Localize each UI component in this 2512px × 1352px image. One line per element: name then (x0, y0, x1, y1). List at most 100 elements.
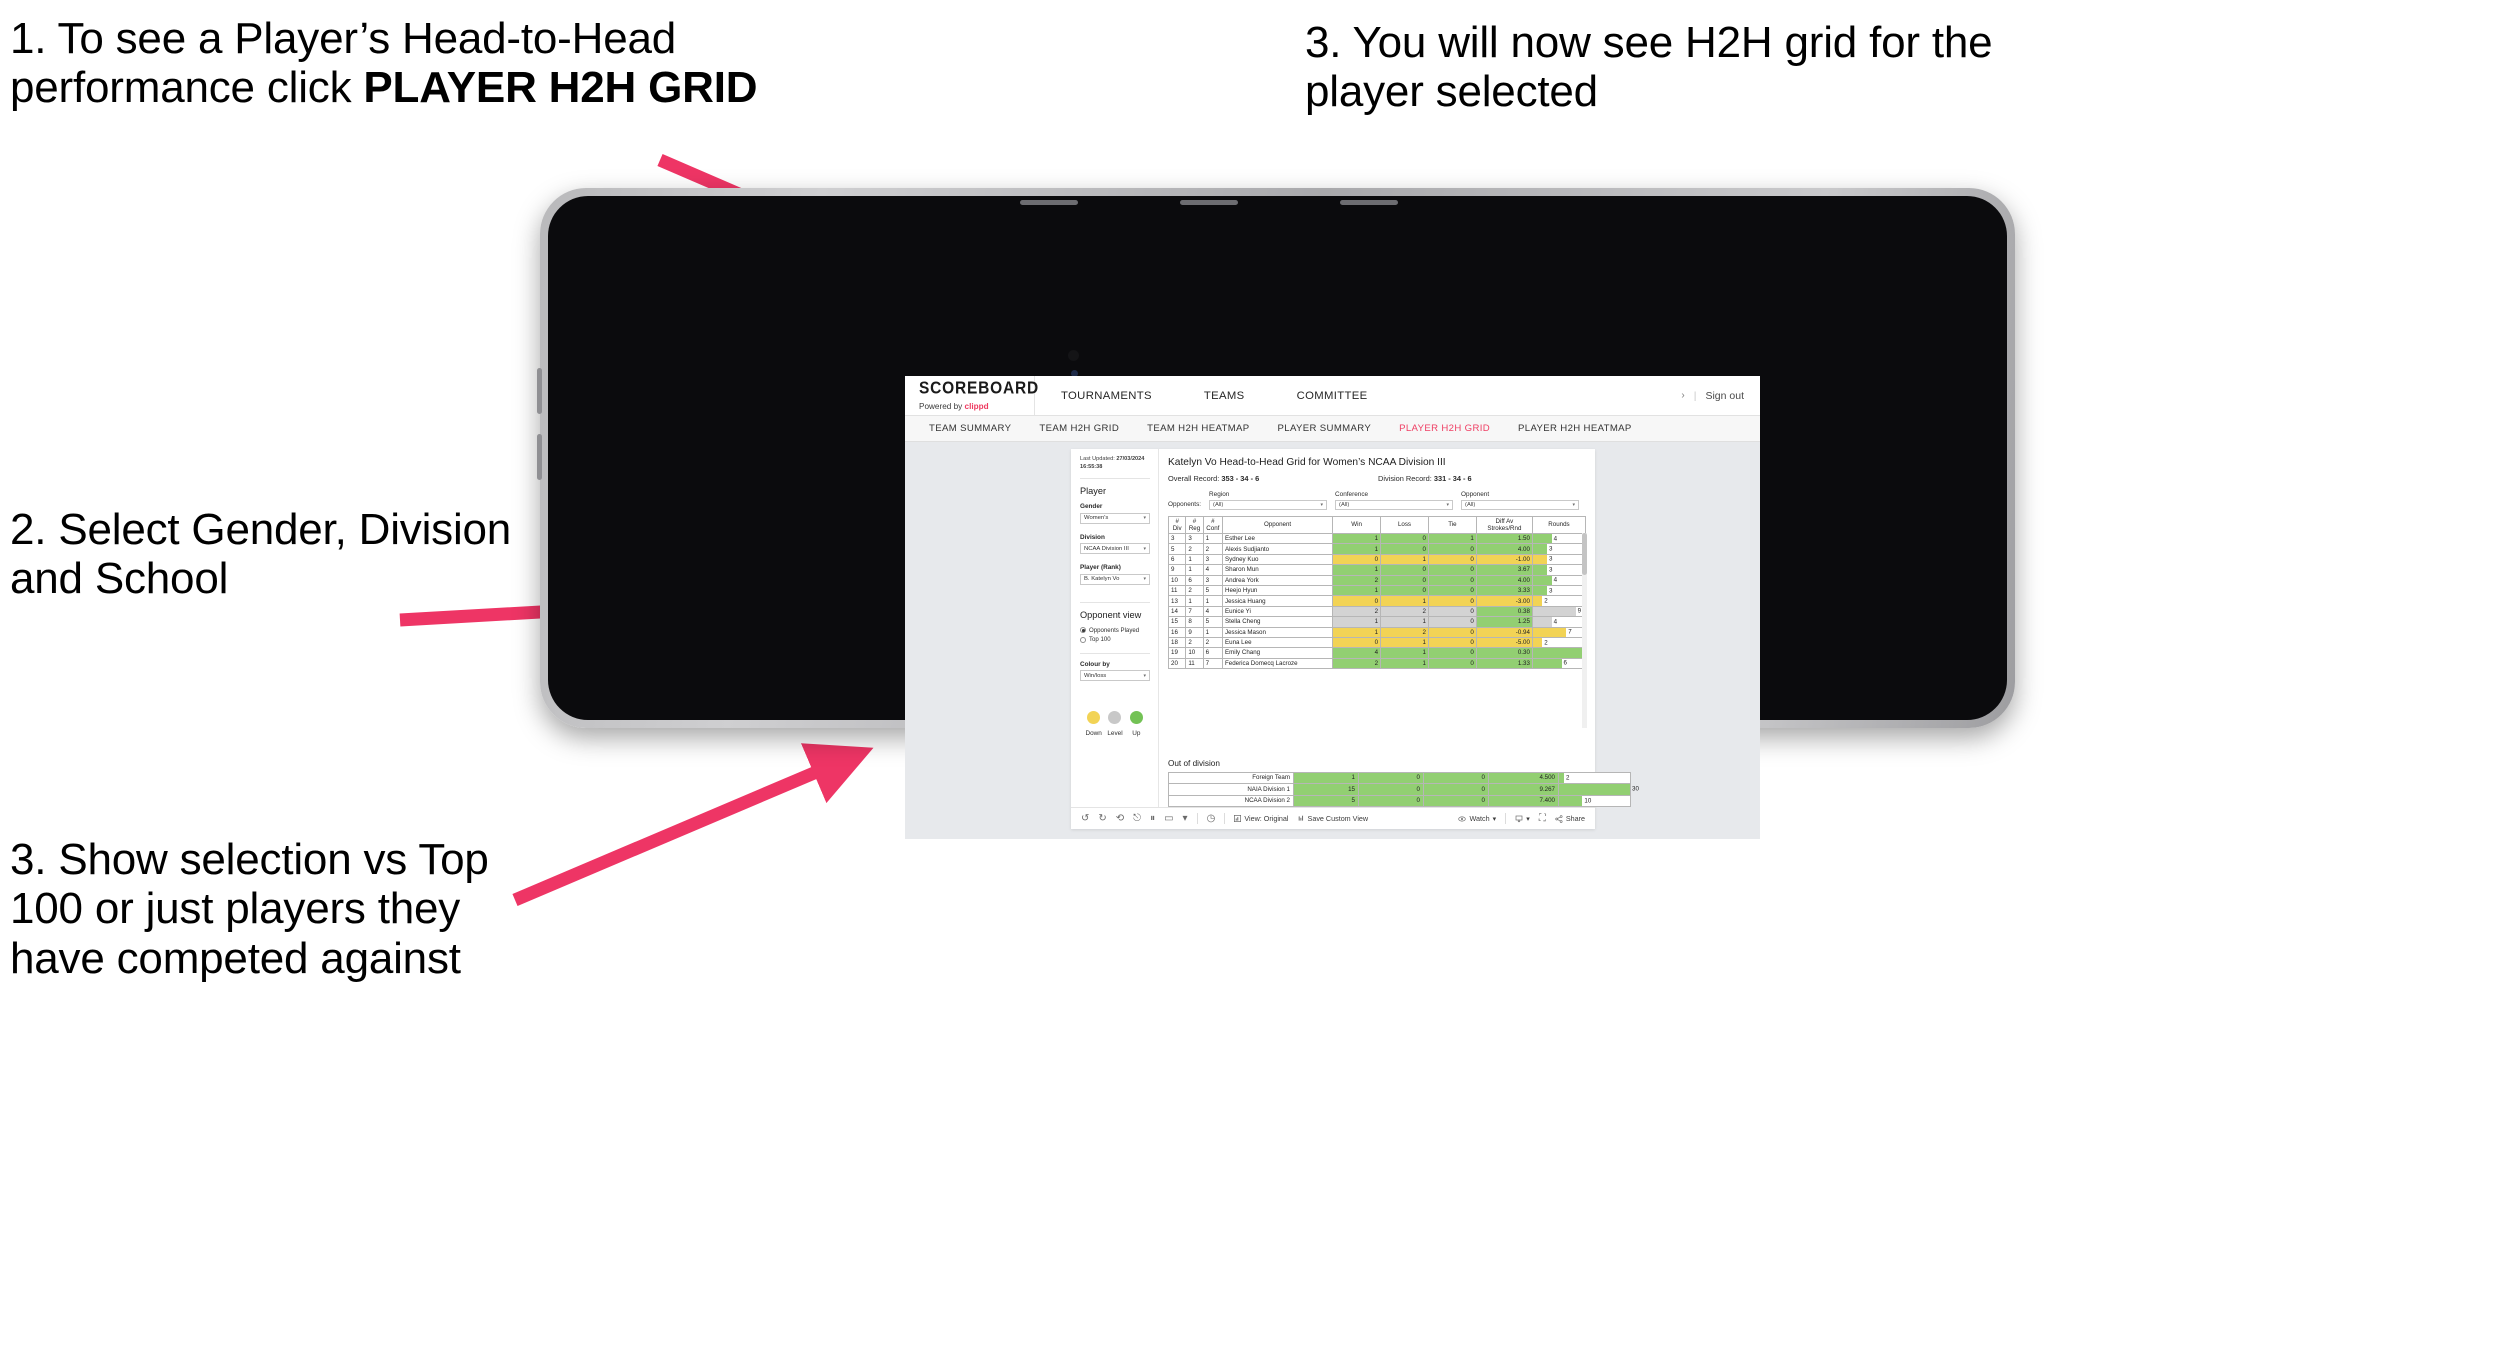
table-row[interactable]: 6 1 3 Sydney Kuo 0 1 0 -1.00 3 (1167, 553, 1587, 566)
device-preview-icon[interactable]: ▭ (1164, 813, 1173, 824)
sign-out-link[interactable]: Sign out (1705, 390, 1744, 402)
nav-item-committee[interactable]: COMMITTEE (1271, 376, 1394, 415)
cell-conf: 7 (1202, 657, 1224, 670)
cell-div: 15 (1167, 616, 1187, 628)
cell-tie: 0 (1427, 553, 1477, 566)
cell-opponent: Esther Lee (1222, 532, 1334, 545)
cell-rounds: 4 (1531, 616, 1587, 628)
table-row[interactable]: NAIA Division 1 15 0 0 9.267 30 (1168, 783, 1639, 796)
cell-opponent: Federica Domecq Lacroze (1222, 657, 1334, 670)
tab-player-summary[interactable]: PLAYER SUMMARY (1264, 423, 1386, 434)
cell-loss: 1 (1380, 647, 1429, 659)
volume-down-button[interactable] (537, 434, 542, 480)
cell-div: 5 (1167, 543, 1187, 555)
table-row[interactable]: 13 1 1 Jessica Huang 0 1 0 -3.00 2 (1167, 595, 1587, 607)
opponent-filter: Opponent (All) ▾ (1461, 491, 1580, 510)
cell-conf: 6 (1202, 647, 1224, 659)
gender-select[interactable]: Women's ▾ (1080, 512, 1150, 524)
table-row[interactable]: 5 2 2 Alexis Sudjianto 1 0 0 4.00 3 (1167, 543, 1587, 555)
table-row[interactable]: 18 2 2 Euna Lee 0 1 0 -5.00 2 (1167, 636, 1587, 649)
table-row[interactable]: NCAA Division 2 5 0 0 7.400 10 (1168, 794, 1631, 807)
table-row[interactable]: 9 1 4 Sharon Mun 1 0 0 3.67 3 (1167, 564, 1587, 576)
view-original-button[interactable]: View: Original (1234, 814, 1289, 823)
cell-rounds: 4 (1531, 532, 1587, 545)
table-row[interactable]: 15 8 5 Stella Cheng 1 1 0 1.25 4 (1167, 616, 1587, 628)
tab-team-h2h-grid[interactable]: TEAM H2H GRID (1025, 423, 1133, 434)
conference-filter-select[interactable]: (All) ▾ (1335, 500, 1454, 510)
brand-logo[interactable]: SCOREBOARD Powered by clippd (905, 376, 1038, 415)
h2h-table-wrapper: #Div #Reg #Conf Opponent Win Loss Tie (1167, 516, 1587, 750)
table-row[interactable]: 11 2 5 Heejo Hyun 1 0 0 3.33 3 (1167, 584, 1587, 597)
tab-team-h2h-heatmap[interactable]: TEAM H2H HEATMAP (1133, 423, 1263, 434)
opponent-filter-select[interactable]: (All) ▾ (1461, 500, 1580, 510)
radio-top-100[interactable]: Top 100 (1080, 636, 1150, 643)
table-row[interactable]: 10 6 3 Andrea York 2 0 0 4.00 4 (1167, 574, 1587, 586)
filter-sidebar: Last Updated: 27/03/2024 16:55:38 Player… (1071, 449, 1159, 807)
legend-caption-up: Up (1132, 730, 1141, 738)
nav-item-teams[interactable]: TEAMS (1178, 376, 1271, 415)
refresh-icon[interactable]: ⎋ (1133, 813, 1141, 824)
table-row[interactable]: 16 9 1 Jessica Mason 1 2 0 -0.94 7 (1167, 626, 1587, 638)
cell-loss: 0 (1380, 543, 1429, 555)
pause-icon[interactable]: ⏸ (1150, 813, 1155, 824)
table-row[interactable]: 20 11 7 Federica Domecq Lacroze 2 1 0 1.33 6 (1167, 657, 1587, 670)
cell-tie: 1 (1427, 532, 1477, 545)
region-filter-select[interactable]: (All) ▾ (1209, 500, 1328, 510)
table-row[interactable]: 19106Emily Chang4100.3011 (1167, 647, 1587, 659)
viz-card: Last Updated: 27/03/2024 16:55:38 Player… (1071, 449, 1639, 829)
cell-opponent: Sydney Kuo (1222, 553, 1334, 566)
cell-div: 19 (1167, 647, 1187, 659)
table-row[interactable]: 3 3 1 Esther Lee 1 0 1 1.50 4 (1167, 532, 1587, 545)
caret-down-icon[interactable]: ▾ (1183, 813, 1188, 824)
app-header: SCOREBOARD Powered by clippd TOURNAMENTS… (905, 376, 1760, 416)
nav-item-tournaments[interactable]: TOURNAMENTS (1035, 376, 1178, 415)
share-button[interactable]: Share (1555, 814, 1585, 823)
player-rank-select[interactable]: B. Katelyn Vo ▾ (1080, 573, 1150, 585)
cell-rounds: 4 (1531, 574, 1587, 586)
cell-win: 0 (1332, 553, 1382, 566)
gender-value: Women's (1084, 515, 1109, 522)
watch-button[interactable]: Watch ▾ (1458, 814, 1496, 823)
revert-icon[interactable]: ⟲ (1116, 813, 1124, 824)
table-row[interactable]: 14 7 4 Eunice Yi 2 2 0 0.38 9 (1167, 605, 1587, 618)
cell-tie: 0 (1427, 626, 1477, 638)
cell-div: 6 (1167, 553, 1187, 566)
cell-diff: 1.50 (1475, 532, 1533, 545)
main-nav: TOURNAMENTS TEAMS COMMITTEE (1035, 376, 1394, 415)
callout-step-1: 1. To see a Player’s Head-to-Head perfor… (10, 14, 770, 113)
redo-icon[interactable]: ↻ (1098, 813, 1106, 824)
table-scrollbar-thumb[interactable] (1582, 533, 1587, 575)
fullscreen-icon[interactable]: ⛶ (1539, 813, 1546, 824)
undo-icon[interactable]: ↺ (1081, 813, 1089, 824)
clock-icon[interactable]: ◷ (1207, 813, 1216, 824)
radio-opponents-played[interactable]: Opponents Played (1080, 627, 1150, 634)
division-record: Division Record: 331 - 34 - 6 (1378, 474, 1472, 483)
tab-team-summary[interactable]: TEAM SUMMARY (915, 423, 1025, 434)
table-row[interactable]: Foreign Team 1 0 0 4.500 2 (1168, 771, 1631, 784)
cell-reg: 10 (1185, 647, 1204, 659)
cell-conf: 3 (1202, 574, 1224, 586)
legend-item-level: Level (1104, 711, 1125, 737)
cell-conf: 3 (1202, 553, 1224, 566)
tab-player-h2h-heatmap[interactable]: PLAYER H2H HEATMAP (1504, 423, 1646, 434)
save-custom-view-label: Save Custom View (1307, 814, 1369, 823)
cell-reg: 1 (1185, 564, 1204, 576)
download-button[interactable]: ▾ (1515, 814, 1530, 823)
toolbar-divider (1196, 813, 1198, 824)
opponents-label: Opponents: (1168, 501, 1202, 508)
cell-div: 11 (1167, 584, 1187, 597)
tab-player-h2h-grid[interactable]: PLAYER H2H GRID (1385, 423, 1504, 434)
cell-opponent: Jessica Mason (1222, 626, 1334, 638)
cell-loss: 0 (1358, 794, 1424, 807)
cell-tie: 0 (1427, 647, 1477, 659)
division-select[interactable]: NCAA Division III ▾ (1080, 543, 1150, 555)
legend-swatch-down (1087, 711, 1101, 725)
volume-up-button[interactable] (537, 368, 542, 414)
colour-by-select[interactable]: Win/loss ▾ (1080, 670, 1150, 682)
cell-loss: 0 (1380, 564, 1429, 576)
chevron-right-icon[interactable]: › (1681, 390, 1684, 401)
cell-div: 3 (1167, 532, 1187, 545)
cell-tie: 0 (1427, 543, 1477, 555)
caret-down-icon: ▾ (1526, 814, 1530, 823)
save-custom-view-button[interactable]: Save Custom View (1298, 814, 1369, 823)
